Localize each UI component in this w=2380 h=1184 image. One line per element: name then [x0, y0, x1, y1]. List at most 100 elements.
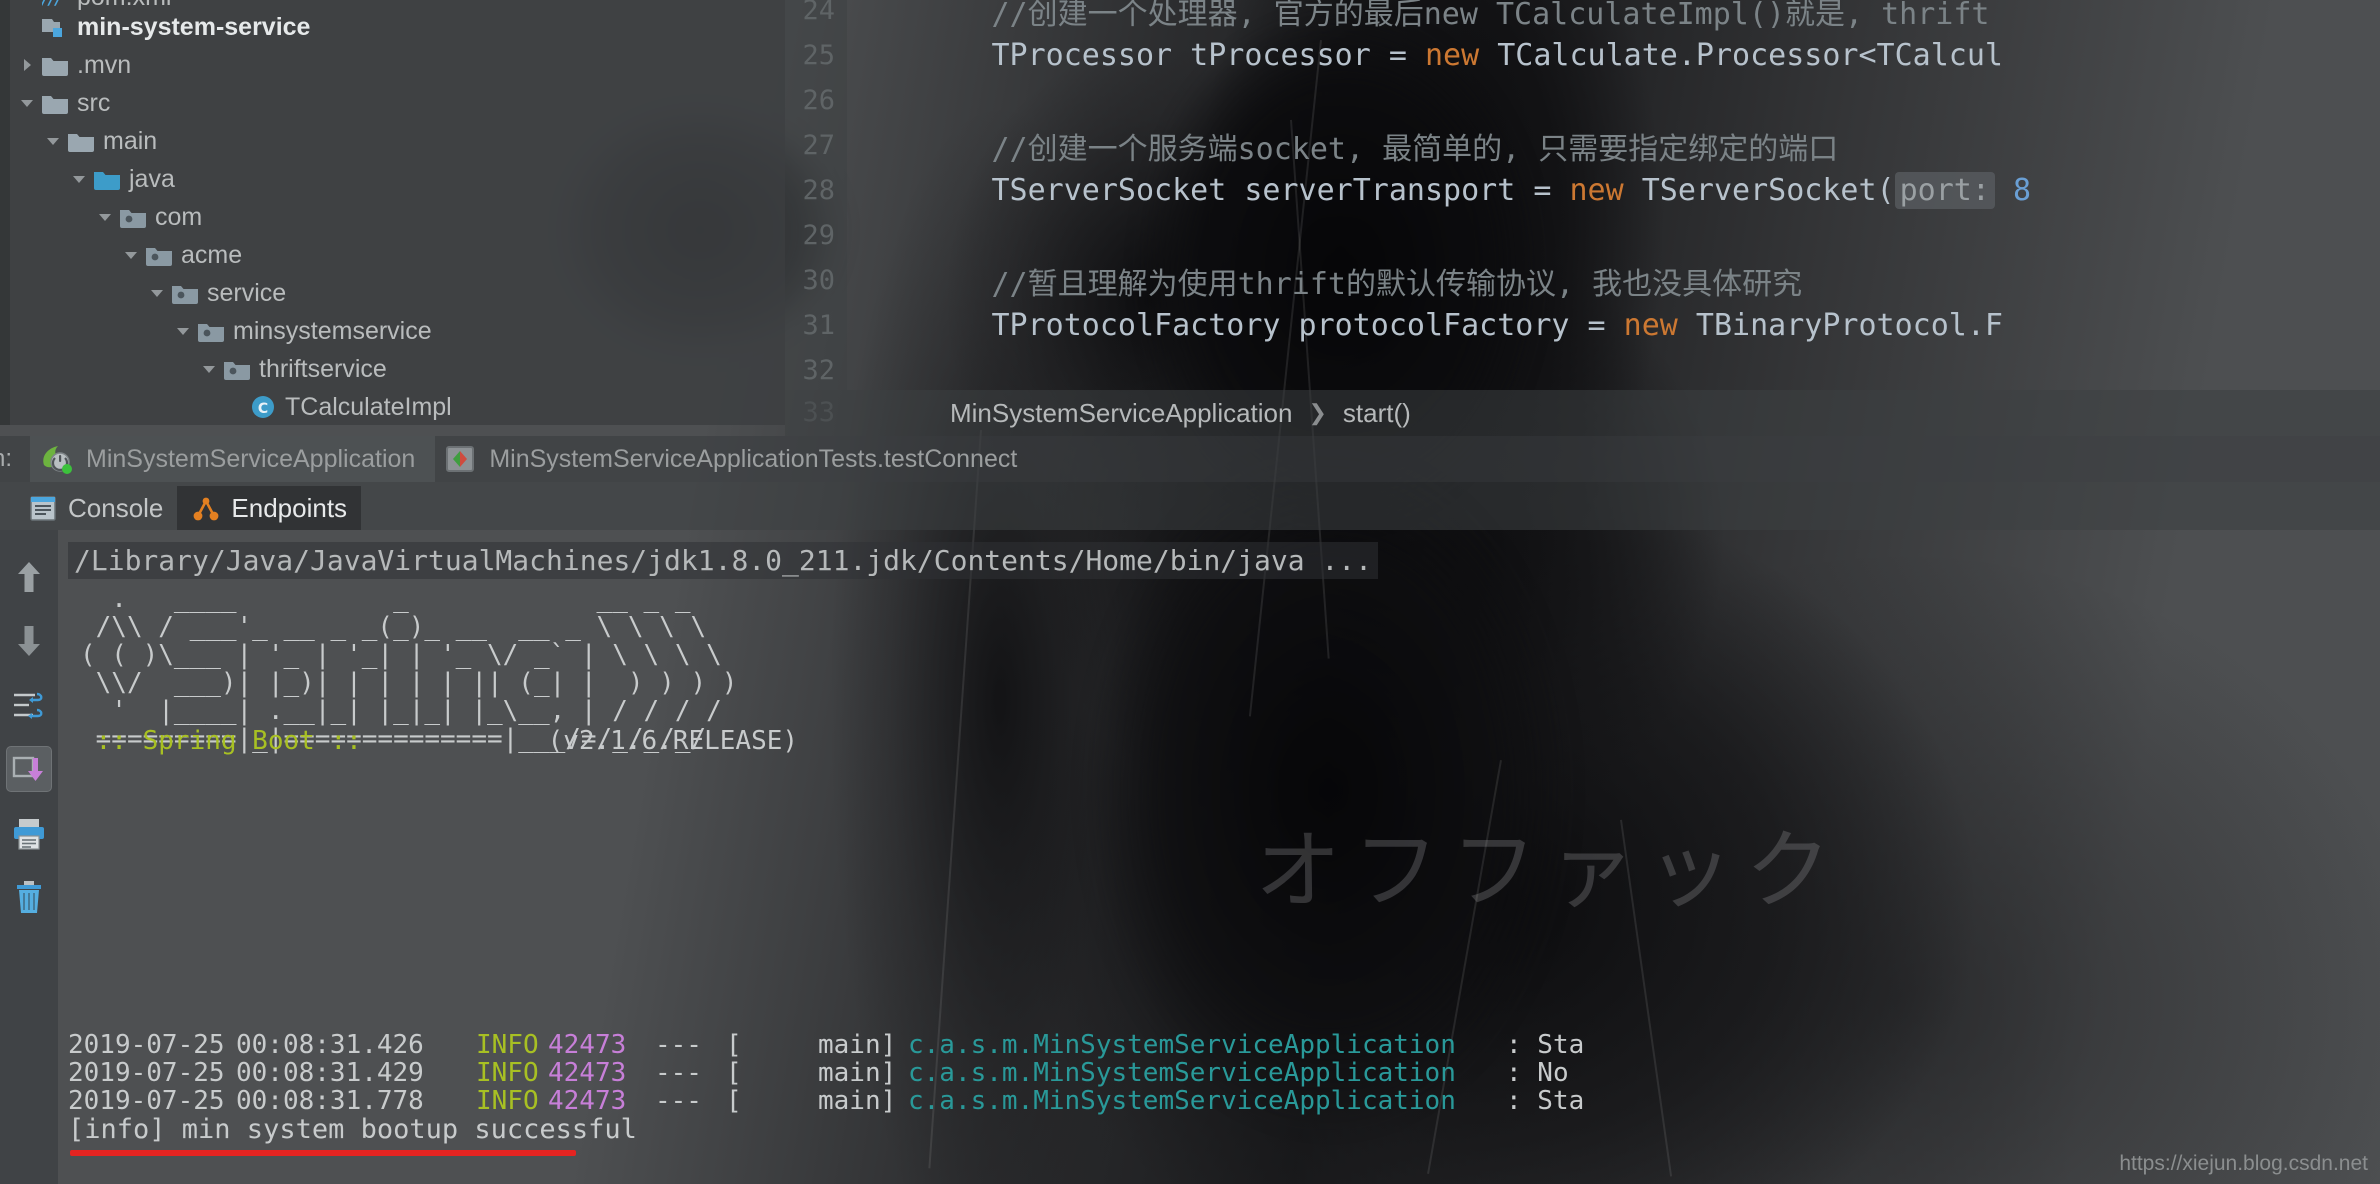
- maven-file-icon: ///: [40, 0, 70, 9]
- code-line[interactable]: TProtocolFactory protocolFactory = new T…: [847, 303, 2002, 348]
- tree-item-label: pom.xml: [77, 0, 171, 10]
- console-side-toolbar[interactable]: [0, 530, 58, 1184]
- code-line[interactable]: //暂且理解为使用thrift的默认传输协议, 我也没具体研究: [847, 258, 1803, 303]
- console-output[interactable]: /Library/Java/JavaVirtualMachines/jdk1.8…: [58, 530, 2380, 1184]
- log-thread-bracket: [: [726, 1086, 742, 1116]
- trash-icon[interactable]: [6, 874, 52, 920]
- run-tab-2[interactable]: MinSystemServiceApplicationTests.testCon…: [435, 436, 1037, 482]
- log-logger: c.a.s.m.MinSystemServiceApplication: [908, 1086, 1456, 1116]
- breadcrumb-class[interactable]: MinSystemServiceApplication: [950, 398, 1292, 429]
- print-icon[interactable]: [6, 810, 52, 856]
- console-tab-endpoints[interactable]: Endpoints: [177, 486, 362, 530]
- tree-item-label: TCalculateImpl: [285, 392, 452, 421]
- tree-item-service[interactable]: service: [0, 274, 785, 312]
- run-tab-list[interactable]: MinSystemServiceApplication MinSystemServ…: [30, 436, 1037, 482]
- java-class-icon: C: [248, 394, 278, 420]
- tree-item-thriftservice[interactable]: thriftservice: [0, 350, 785, 388]
- banner-art-line: ' |____| .__|_| |_|_| |_\__, | / / / /: [80, 696, 722, 726]
- code-line[interactable]: //创建一个服务端socket, 最简单的, 只需要指定绑定的端口: [847, 123, 1839, 168]
- console-tool-tabs[interactable]: Console Endpoints: [0, 482, 2380, 530]
- tree-item-src[interactable]: src: [0, 84, 785, 122]
- package-icon: [170, 281, 200, 305]
- log-thread: main]: [818, 1086, 897, 1116]
- chevron-down-icon[interactable]: [196, 361, 222, 377]
- watermark: https://xiejun.blog.csdn.net: [2119, 1152, 2368, 1175]
- chevron-down-icon[interactable]: [144, 285, 170, 301]
- tree-item-label: thriftservice: [259, 354, 387, 383]
- tree-item-acme[interactable]: acme: [0, 236, 785, 274]
- ide-window: オフファック ///pom.xmlmin-system-service.mvns…: [0, 0, 2380, 1184]
- folder-icon: [40, 53, 70, 77]
- console-tab-label: Endpoints: [231, 492, 348, 523]
- tree-item-pom-xml[interactable]: /// pom.xml: [0, 0, 785, 10]
- console-tab-console[interactable]: Console: [14, 486, 177, 530]
- code-token: port:: [1894, 172, 1995, 209]
- tree-item-label: src: [77, 88, 111, 117]
- log-thread-bracket: [: [726, 1058, 742, 1088]
- up-arrow-icon[interactable]: [6, 554, 52, 600]
- chevron-down-icon[interactable]: [14, 95, 40, 111]
- log-thread: main]: [818, 1030, 897, 1060]
- log-dashes: ---: [655, 1086, 702, 1116]
- package-icon: [222, 357, 252, 381]
- tree-item-label: min-system-service: [77, 12, 311, 41]
- log-level: INFO: [476, 1086, 539, 1116]
- code-token: TProtocolFactory protocolFactory =: [847, 308, 1624, 343]
- chevron-down-icon[interactable]: [66, 171, 92, 187]
- scroll-to-end-icon[interactable]: [6, 746, 52, 792]
- code-token: 8: [1994, 173, 2032, 208]
- tree-item-min-system-service[interactable]: min-system-service: [0, 8, 785, 46]
- code-token: //暂且理解为使用thrift的默认传输协议, 我也没具体研究: [991, 266, 1803, 302]
- code-line[interactable]: TServerSocket serverTransport = new TSer…: [847, 168, 2031, 213]
- chevron-right-icon: ❯: [1308, 400, 1327, 425]
- soft-wrap-icon[interactable]: [6, 682, 52, 728]
- chevron-down-icon[interactable]: [118, 247, 144, 263]
- log-time: 00:08:31.778: [236, 1086, 424, 1116]
- down-arrow-icon[interactable]: [6, 618, 52, 664]
- package-icon: [118, 205, 148, 229]
- tree-item-main[interactable]: main: [0, 122, 785, 160]
- chevron-down-icon[interactable]: [40, 133, 66, 149]
- spring-boot-version: (v2.1.6.RELEASE): [438, 726, 799, 756]
- tree-item-com[interactable]: com: [0, 198, 785, 236]
- log-pid: 42473: [548, 1086, 627, 1116]
- run-tab-label: MinSystemServiceApplication: [86, 444, 416, 473]
- chevron-right-icon[interactable]: [14, 57, 40, 73]
- breadcrumb-method[interactable]: start(): [1343, 398, 1411, 429]
- log-logger: c.a.s.m.MinSystemServiceApplication: [908, 1058, 1456, 1088]
- run-tool-window-tabs[interactable]: n: MinSystemServiceApplicationMinSystemS…: [0, 436, 2380, 482]
- code-line[interactable]: //创建一个处理器, 官方的最后new TCalculateImpl()就是, …: [847, 0, 1990, 33]
- run-tab-1[interactable]: MinSystemServiceApplication: [30, 436, 436, 482]
- endpoints-icon: [191, 493, 221, 523]
- code-line[interactable]: TProcessor tProcessor = new TCalculate.P…: [847, 33, 2002, 78]
- breadcrumb[interactable]: MinSystemServiceApplication ❯ start(): [785, 390, 2380, 436]
- source-folder-icon: [92, 167, 122, 191]
- svg-text:///: ///: [42, 0, 64, 9]
- tree-item-java[interactable]: java: [0, 160, 785, 198]
- chevron-down-icon[interactable]: [92, 209, 118, 225]
- tree-item-label: java: [129, 164, 175, 193]
- log-date: 2019-07-25: [68, 1086, 225, 1116]
- log-pid: 42473: [548, 1030, 627, 1060]
- tree-item-tcalculateimpl[interactable]: C TCalculateImpl: [0, 388, 785, 426]
- project-tool-window[interactable]: /// pom.xml min-system-service .mvn src main j…: [0, 0, 785, 425]
- log-time: 00:08:31.429: [236, 1058, 424, 1088]
- log-pid: 42473: [548, 1058, 627, 1088]
- run-tab-label: MinSystemServiceApplicationTests.testCon…: [489, 444, 1018, 473]
- log-thread: main]: [818, 1058, 897, 1088]
- code-editor[interactable]: //创建一个处理器, 官方的最后new TCalculateImpl()就是, …: [785, 0, 2380, 390]
- code-token: new: [1569, 173, 1624, 208]
- tree-item--mvn[interactable]: .mvn: [0, 46, 785, 84]
- chevron-down-icon[interactable]: [170, 323, 196, 339]
- java-command-line: /Library/Java/JavaVirtualMachines/jdk1.8…: [68, 542, 1379, 579]
- log-dashes: ---: [655, 1030, 702, 1060]
- code-token: //创建一个处理器, 官方的最后new TCalculateImpl()就是, …: [991, 0, 1990, 32]
- package-icon: [196, 319, 226, 343]
- project-tree-list[interactable]: /// pom.xml min-system-service .mvn src main j…: [0, 0, 785, 426]
- tree-item-minsystemservice[interactable]: minsystemservice: [0, 312, 785, 350]
- banner-art-line: \\/ ___)| |_)| | | | | || (_| | ) ) ) ): [80, 668, 738, 698]
- code-token: //创建一个服务端socket, 最简单的, 只需要指定绑定的端口: [991, 131, 1839, 167]
